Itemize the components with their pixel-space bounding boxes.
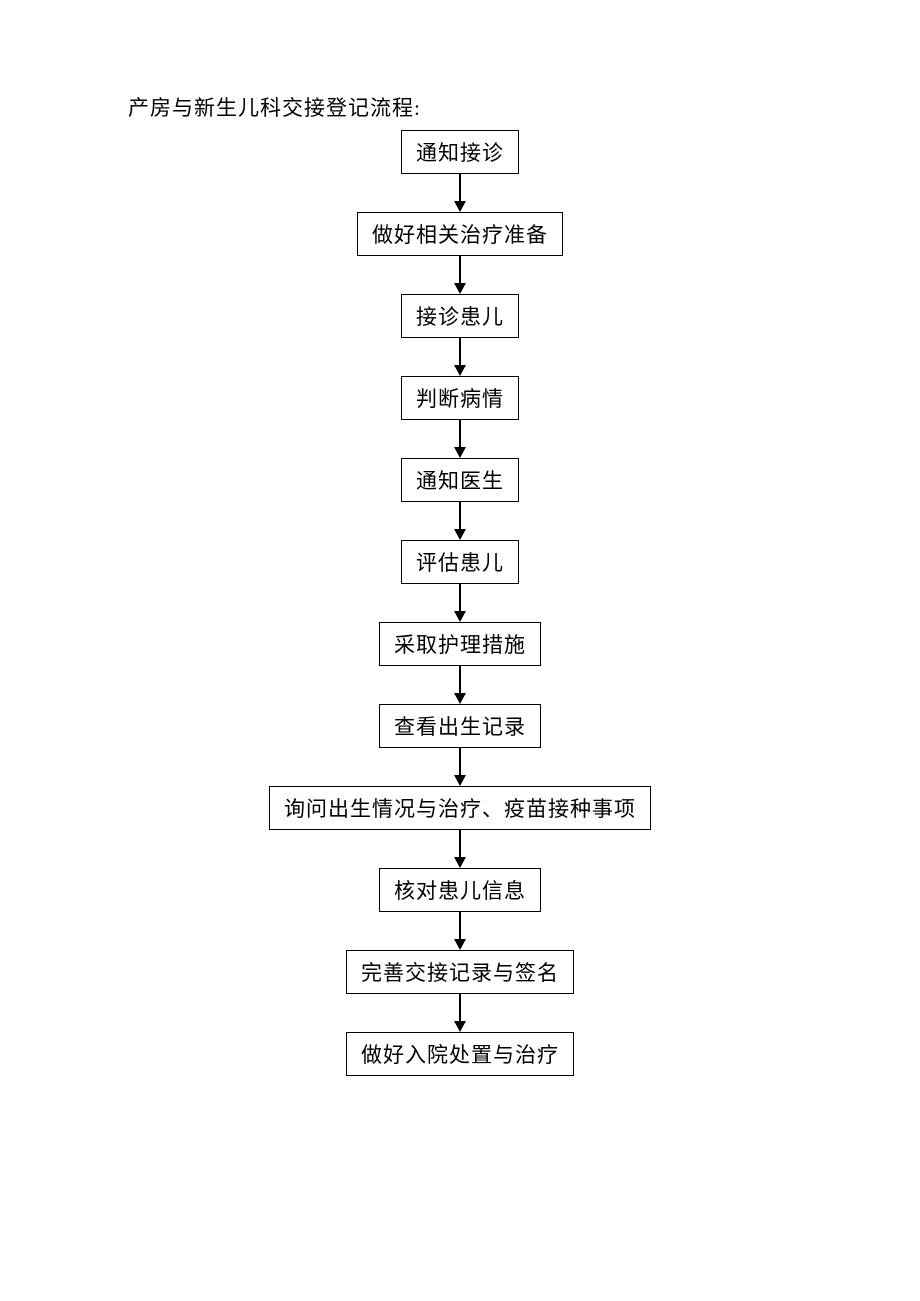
page-title: 产房与新生儿科交接登记流程: <box>128 92 421 122</box>
arrow-icon <box>454 256 466 294</box>
arrow-icon <box>454 830 466 868</box>
flow-step-1: 做好相关治疗准备 <box>357 212 563 256</box>
flow-step-3: 判断病情 <box>401 376 519 420</box>
flow-step-8: 询问出生情况与治疗、疫苗接种事项 <box>269 786 651 830</box>
flow-step-0: 通知接诊 <box>401 130 519 174</box>
flow-step-2: 接诊患儿 <box>401 294 519 338</box>
flow-step-4: 通知医生 <box>401 458 519 502</box>
arrow-icon <box>454 502 466 540</box>
arrow-icon <box>454 666 466 704</box>
flowchart-container: 通知接诊 做好相关治疗准备 接诊患儿 判断病情 通知医生 评估患儿 采取护理措施… <box>0 130 920 1076</box>
flow-step-5: 评估患儿 <box>401 540 519 584</box>
flow-step-9: 核对患儿信息 <box>379 868 541 912</box>
flow-step-10: 完善交接记录与签名 <box>346 950 574 994</box>
arrow-icon <box>454 338 466 376</box>
flow-step-7: 查看出生记录 <box>379 704 541 748</box>
arrow-icon <box>454 174 466 212</box>
arrow-icon <box>454 584 466 622</box>
arrow-icon <box>454 994 466 1032</box>
arrow-icon <box>454 912 466 950</box>
flow-step-11: 做好入院处置与治疗 <box>346 1032 574 1076</box>
arrow-icon <box>454 748 466 786</box>
flow-step-6: 采取护理措施 <box>379 622 541 666</box>
arrow-icon <box>454 420 466 458</box>
